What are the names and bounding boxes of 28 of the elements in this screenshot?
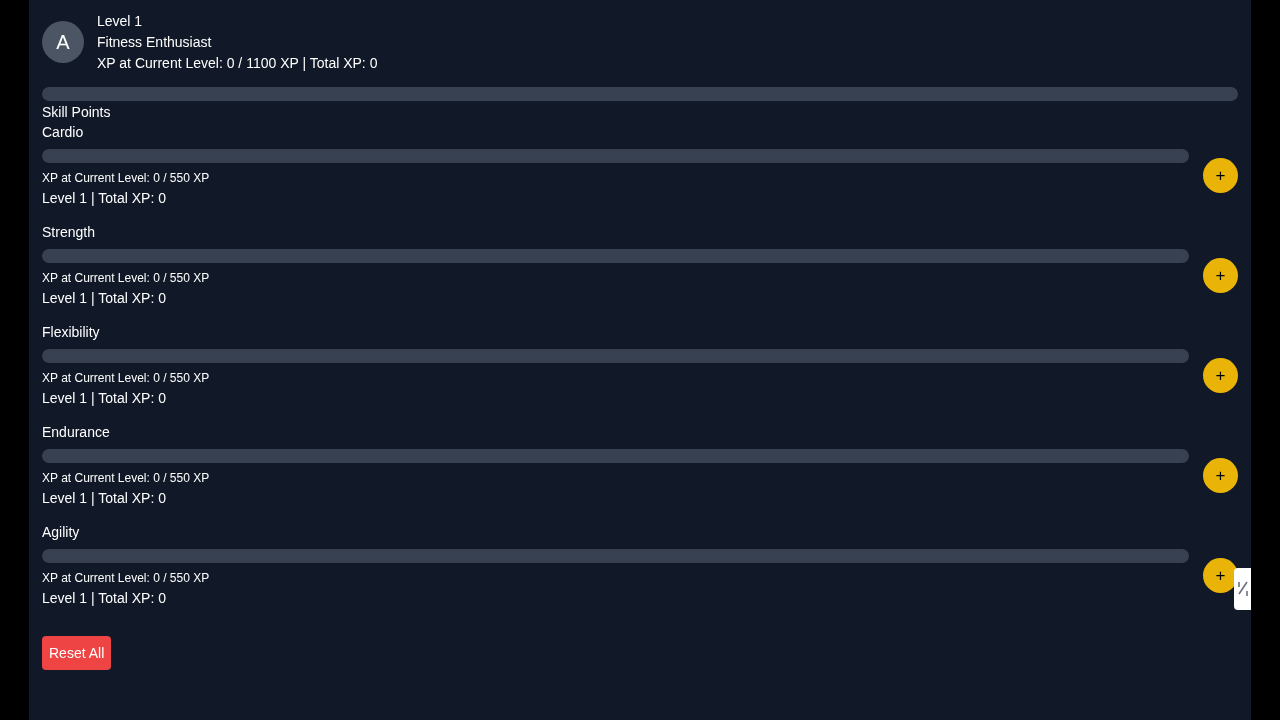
skill-name: Cardio [42,123,85,142]
add-xp-button[interactable]: + [1203,157,1238,193]
add-xp-button[interactable]: + [1203,557,1238,593]
level-label: Level 1 [97,12,144,31]
skill-name: Endurance [42,423,111,442]
xp-summary: XP at Current Level: 0 / 1100 XP | Total XP: 0 [97,54,378,73]
add-xp-button[interactable]: + [1203,257,1238,293]
skill-xp-text: XP at Current Level: 0 / 550 XP [42,470,211,486]
add-xp-button[interactable]: + [1203,457,1238,493]
skill-xp-text: XP at Current Level: 0 / 550 XP [42,370,211,386]
skill-xp-text: XP at Current Level: 0 / 550 XP [42,170,211,186]
skill-name: Flexibility [42,323,101,342]
section-heading: Skill Points [42,104,111,120]
skill-level-text: Level 1 | Total XP: 0 [42,289,167,308]
skill-name: Strength [42,223,96,242]
avatar: A [42,21,84,63]
slash-icon [1237,580,1248,598]
skill-xp-text: XP at Current Level: 0 / 550 XP [42,570,211,586]
add-xp-button[interactable]: + [1203,357,1238,393]
reset-all-button[interactable]: Reset All [42,636,112,670]
skill-level-text: Level 1 | Total XP: 0 [42,189,167,208]
skill-level-text: Level 1 | Total XP: 0 [42,589,167,608]
side-tab[interactable] [1234,568,1251,610]
skill-name: Agility [42,523,81,542]
skill-level-text: Level 1 | Total XP: 0 [42,489,167,508]
profile-title: Fitness Enthusiast [97,33,213,52]
skill-xp-text: XP at Current Level: 0 / 550 XP [42,270,211,286]
skill-level-text: Level 1 | Total XP: 0 [42,389,167,408]
